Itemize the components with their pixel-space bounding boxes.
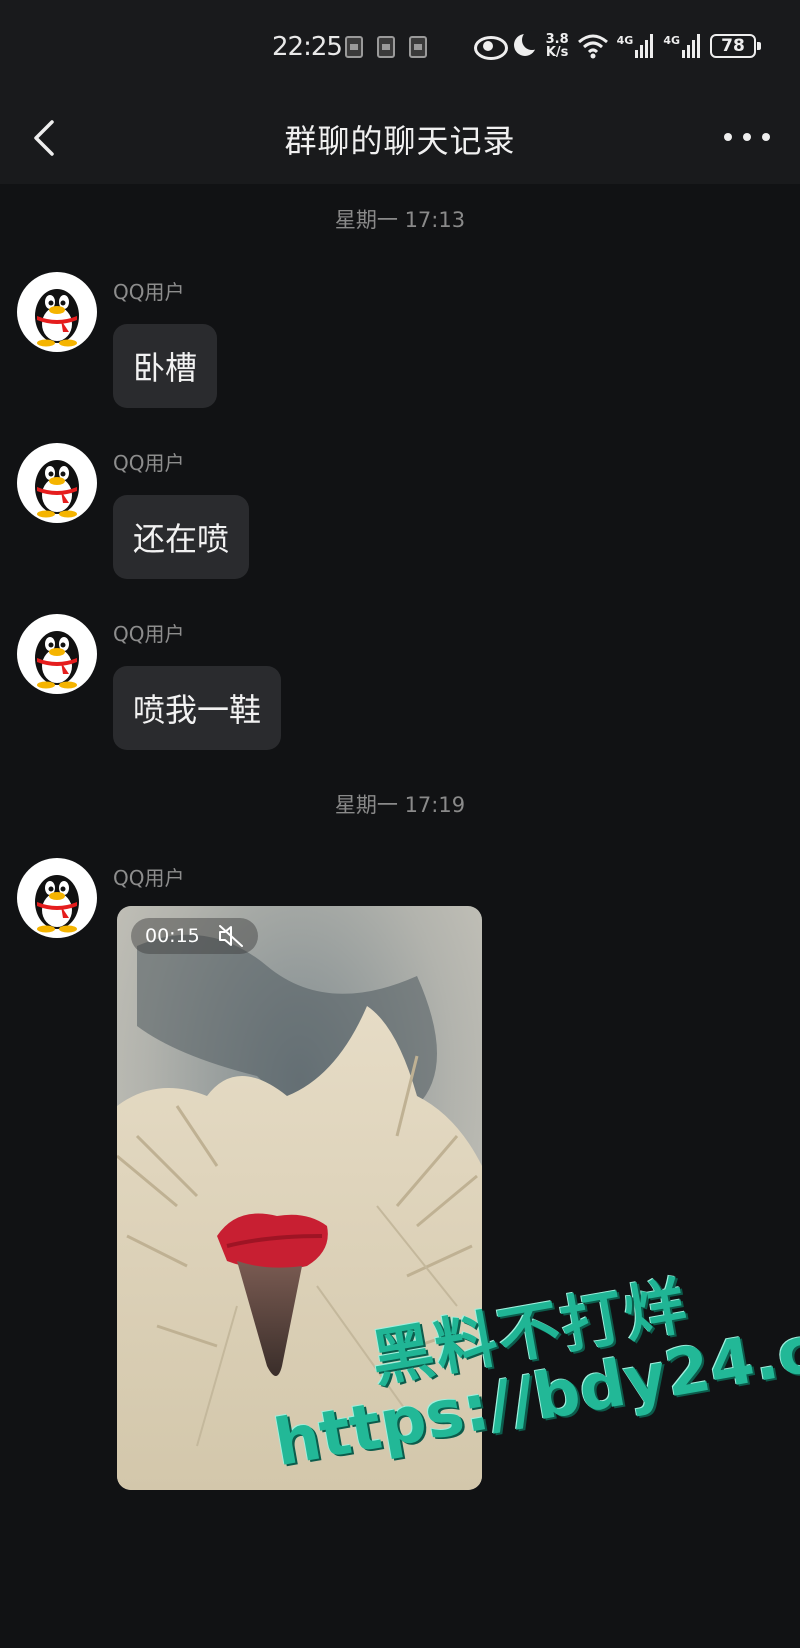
avatar[interactable] — [17, 272, 97, 352]
video-duration: 00:15 — [145, 925, 200, 947]
video-thumbnail — [117, 906, 482, 1490]
notification-icon — [345, 36, 363, 58]
penguin-icon — [35, 289, 79, 347]
message-text: 还在喷 — [133, 520, 230, 558]
signal-icon — [682, 34, 702, 58]
page-title: 群聊的聊天记录 — [284, 122, 516, 160]
avatar[interactable] — [17, 858, 97, 938]
video-badge: 00:15 — [131, 918, 258, 954]
sender-name: QQ用户 — [113, 280, 185, 304]
battery-level: 78 — [721, 36, 745, 56]
timestamp: 星期一 17:19 — [334, 793, 466, 817]
penguin-icon — [35, 631, 79, 689]
signal-1: 4G — [617, 34, 656, 58]
eye-icon — [473, 35, 508, 60]
network-speed-unit: K/s — [545, 45, 569, 60]
timestamp: 星期一 17:13 — [334, 208, 466, 232]
avatar[interactable] — [17, 614, 97, 694]
message-bubble[interactable]: 还在喷 — [113, 495, 250, 579]
network-speed: 3.8 K/s — [546, 33, 569, 59]
status-icons: 3.8 K/s 4G 4G 78 — [473, 28, 761, 64]
notification-icon — [377, 36, 395, 58]
more-icon[interactable] — [724, 122, 770, 152]
signal-2-label: 4G — [663, 34, 680, 47]
signal-icon — [635, 34, 655, 58]
penguin-icon — [35, 875, 79, 933]
message-text: 卧槽 — [133, 349, 198, 387]
mute-icon[interactable] — [218, 925, 244, 947]
wifi-icon — [577, 33, 609, 59]
message-bubble[interactable]: 喷我一鞋 — [113, 666, 282, 750]
message-bubble[interactable]: 卧槽 — [113, 324, 218, 408]
status-time: 22:25 — [272, 32, 343, 62]
video-message[interactable]: 00:15 — [117, 906, 482, 1490]
signal-1-label: 4G — [616, 34, 634, 47]
message-text: 喷我一鞋 — [133, 691, 262, 729]
nav-bar: 群聊的聊天记录 — [0, 92, 800, 184]
penguin-icon — [35, 460, 79, 518]
battery-indicator: 78 — [710, 34, 761, 58]
avatar[interactable] — [17, 443, 97, 523]
status-bar: 22:25 3.8 K/s 4G 4G 78 — [0, 0, 800, 92]
sender-name: QQ用户 — [113, 451, 185, 475]
signal-2: 4G — [663, 34, 702, 58]
notification-icon — [409, 36, 427, 58]
moon-icon — [513, 30, 542, 58]
sender-name: QQ用户 — [113, 622, 185, 646]
sender-name: QQ用户 — [113, 866, 185, 890]
